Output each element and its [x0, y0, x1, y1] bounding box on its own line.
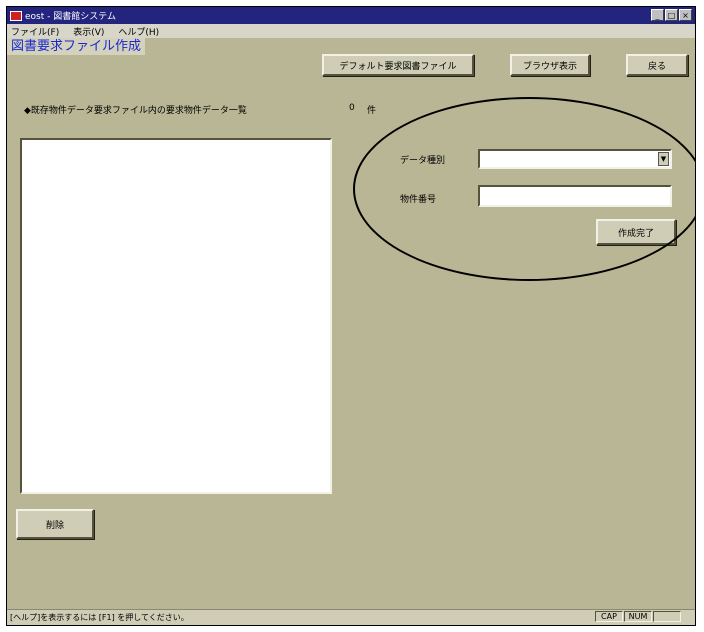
default-file-button[interactable]: デフォルト要求図書ファイル	[322, 54, 474, 76]
menu-bar: ファイル(F) 表示(V) ヘルプ(H)	[7, 24, 695, 38]
minimize-icon[interactable]: _	[651, 9, 664, 21]
title-bar[interactable]: eost - 図書館システム _ □ ×	[7, 7, 695, 24]
data-type-select[interactable]: ▼	[478, 149, 672, 169]
window-controls: _ □ ×	[651, 9, 692, 21]
status-bar: [ヘルプ]を表示するには [F1] を押してください。 CAP NUM	[7, 609, 695, 625]
num-indicator: NUM	[624, 611, 652, 622]
status-message: [ヘルプ]を表示するには [F1] を押してください。	[10, 613, 189, 622]
create-complete-button[interactable]: 作成完了	[596, 219, 676, 245]
delete-button[interactable]: 削除	[16, 509, 94, 539]
app-window: eost - 図書館システム _ □ × ファイル(F) 表示(V) ヘルプ(H…	[6, 6, 696, 626]
app-icon	[10, 10, 22, 21]
item-no-label: 物件番号	[400, 195, 437, 205]
page-title: 図書要求ファイル作成	[7, 38, 146, 55]
close-icon[interactable]: ×	[679, 9, 692, 21]
item-no-input[interactable]	[478, 185, 672, 207]
back-button[interactable]: 戻る	[626, 54, 688, 76]
list-header: ◆既存物件データ要求ファイル内の要求物件データ一覧	[24, 106, 247, 116]
menu-help[interactable]: ヘルプ(H)	[118, 25, 159, 38]
list-count: 0	[349, 103, 355, 113]
data-type-label: データ種別	[400, 156, 446, 166]
status-cell-blank	[653, 611, 681, 622]
browser-view-button[interactable]: ブラウザ表示	[510, 54, 590, 76]
window-title: eost - 図書館システム	[25, 12, 116, 22]
data-listbox[interactable]	[20, 138, 332, 494]
caps-indicator: CAP	[595, 611, 623, 622]
list-count-unit: 件	[367, 106, 377, 116]
maximize-icon[interactable]: □	[665, 9, 678, 21]
menu-view[interactable]: 表示(V)	[73, 25, 104, 38]
chevron-down-icon[interactable]: ▼	[658, 152, 669, 166]
menu-file[interactable]: ファイル(F)	[11, 25, 59, 38]
